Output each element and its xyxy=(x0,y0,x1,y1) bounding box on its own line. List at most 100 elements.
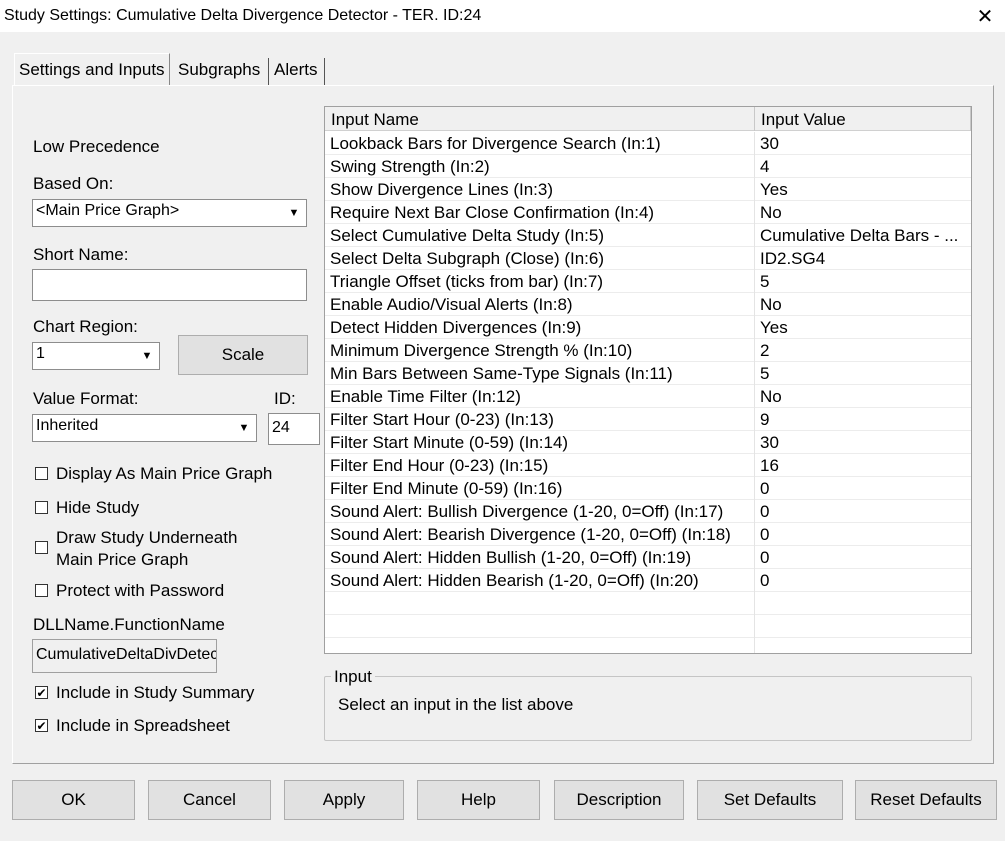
input-value-cell[interactable]: 9 xyxy=(755,408,971,431)
table-row[interactable]: Enable Time Filter (In:12) No xyxy=(325,385,971,408)
chart-region-value: 1 xyxy=(36,345,45,362)
table-row[interactable]: Triangle Offset (ticks from bar) (In:7) 5 xyxy=(325,270,971,293)
protect-password-label: Protect with Password xyxy=(56,581,225,600)
input-value-cell[interactable]: 5 xyxy=(755,270,971,293)
input-value-cell[interactable]: 2 xyxy=(755,339,971,362)
draw-underneath-label-line2: Main Price Graph xyxy=(56,550,189,569)
input-value-cell[interactable]: No xyxy=(755,293,971,316)
id-input[interactable]: 24 xyxy=(268,413,320,445)
empty-table-row xyxy=(325,638,971,653)
table-row[interactable]: Lookback Bars for Divergence Search (In:… xyxy=(325,132,971,155)
tab-alerts[interactable]: Alerts xyxy=(271,56,320,86)
input-value-cell[interactable]: No xyxy=(755,385,971,408)
inputs-table[interactable]: Input Name Input Value Lookback Bars for… xyxy=(324,106,972,654)
column-header-input-value[interactable]: Input Value xyxy=(755,107,971,131)
input-name-cell: Enable Audio/Visual Alerts (In:8) xyxy=(325,293,755,316)
table-row[interactable]: Sound Alert: Hidden Bullish (1-20, 0=Off… xyxy=(325,546,971,569)
tab-settings-and-inputs[interactable]: Settings and Inputs xyxy=(14,53,170,85)
input-value-cell[interactable]: 30 xyxy=(755,431,971,454)
table-row[interactable]: Filter Start Hour (0-23) (In:13) 9 xyxy=(325,408,971,431)
table-row[interactable]: Filter End Hour (0-23) (In:15) 16 xyxy=(325,454,971,477)
table-row[interactable]: Show Divergence Lines (In:3) Yes xyxy=(325,178,971,201)
input-name-cell: Show Divergence Lines (In:3) xyxy=(325,178,755,201)
dll-name-field: CumulativeDeltaDivDetector xyxy=(32,639,217,673)
input-value-cell[interactable]: Yes xyxy=(755,316,971,339)
input-name-cell: Filter End Minute (0-59) (In:16) xyxy=(325,477,755,500)
reset-defaults-button[interactable]: Reset Defaults xyxy=(855,780,997,820)
input-value-cell[interactable]: 5 xyxy=(755,362,971,385)
empty-cell xyxy=(325,592,755,615)
column-header-input-name[interactable]: Input Name xyxy=(325,107,755,131)
table-row[interactable]: Sound Alert: Hidden Bearish (1-20, 0=Off… xyxy=(325,569,971,592)
input-name-cell: Sound Alert: Bullish Divergence (1-20, 0… xyxy=(325,500,755,523)
input-value-cell[interactable]: 16 xyxy=(755,454,971,477)
apply-button[interactable]: Apply xyxy=(284,780,404,820)
include-spreadsheet-checkbox[interactable]: ✔ xyxy=(35,719,48,732)
input-value-cell[interactable]: 0 xyxy=(755,546,971,569)
chevron-down-icon[interactable]: ▼ xyxy=(135,343,159,369)
table-row[interactable]: Swing Strength (In:2) 4 xyxy=(325,155,971,178)
table-row[interactable]: Sound Alert: Bullish Divergence (1-20, 0… xyxy=(325,500,971,523)
empty-table-row xyxy=(325,615,971,638)
table-row[interactable]: Detect Hidden Divergences (In:9) Yes xyxy=(325,316,971,339)
hide-study-checkbox[interactable] xyxy=(35,501,48,514)
chevron-down-icon[interactable]: ▼ xyxy=(232,415,256,441)
table-row[interactable]: Enable Audio/Visual Alerts (In:8) No xyxy=(325,293,971,316)
input-name-cell: Filter End Hour (0-23) (In:15) xyxy=(325,454,755,477)
table-row[interactable]: Min Bars Between Same-Type Signals (In:1… xyxy=(325,362,971,385)
tab-separator xyxy=(268,58,269,86)
empty-cell xyxy=(755,592,971,615)
input-value-cell[interactable]: 30 xyxy=(755,132,971,155)
input-value-cell[interactable]: 0 xyxy=(755,500,971,523)
table-row[interactable]: Select Delta Subgraph (Close) (In:6) ID2.… xyxy=(325,247,971,270)
description-button[interactable]: Description xyxy=(554,780,684,820)
table-row[interactable]: Filter End Minute (0-59) (In:16) 0 xyxy=(325,477,971,500)
input-value-cell[interactable]: 0 xyxy=(755,477,971,500)
chart-region-label: Chart Region: xyxy=(33,317,138,336)
short-name-label: Short Name: xyxy=(33,245,129,264)
table-row[interactable]: Require Next Bar Close Confirmation (In:… xyxy=(325,201,971,224)
empty-cell xyxy=(755,615,971,638)
title-bar: Study Settings: Cumulative Delta Diverge… xyxy=(0,0,1005,32)
close-icon[interactable]: ✕ xyxy=(965,0,1005,32)
input-name-cell: Detect Hidden Divergences (In:9) xyxy=(325,316,755,339)
input-name-cell: Require Next Bar Close Confirmation (In:… xyxy=(325,201,755,224)
table-row[interactable]: Sound Alert: Bearish Divergence (1-20, 0… xyxy=(325,523,971,546)
input-value-cell[interactable]: 0 xyxy=(755,523,971,546)
input-value-cell[interactable]: No xyxy=(755,201,971,224)
ok-button[interactable]: OK xyxy=(12,780,135,820)
help-button[interactable]: Help xyxy=(417,780,540,820)
based-on-select[interactable]: <Main Price Graph> ▼ xyxy=(32,199,307,227)
precedence-label: Low Precedence xyxy=(33,137,160,156)
input-value-cell[interactable]: ID2.SG4 xyxy=(755,247,971,270)
input-value-cell[interactable]: 0 xyxy=(755,569,971,592)
check-icon: ✔ xyxy=(36,685,47,700)
value-format-value: Inherited xyxy=(36,417,99,434)
input-value-cell[interactable]: Cumulative Delta Bars - ... xyxy=(755,224,971,247)
input-value-cell[interactable]: Yes xyxy=(755,178,971,201)
input-name-cell: Lookback Bars for Divergence Search (In:… xyxy=(325,132,755,155)
short-name-input[interactable] xyxy=(32,269,307,301)
chevron-down-icon[interactable]: ▼ xyxy=(282,200,306,226)
table-row[interactable]: Minimum Divergence Strength % (In:10) 2 xyxy=(325,339,971,362)
value-format-select[interactable]: Inherited ▼ xyxy=(32,414,257,442)
draw-underneath-checkbox[interactable] xyxy=(35,541,48,554)
include-summary-checkbox[interactable]: ✔ xyxy=(35,686,48,699)
display-as-main-checkbox[interactable] xyxy=(35,467,48,480)
cancel-button[interactable]: Cancel xyxy=(148,780,271,820)
check-icon: ✔ xyxy=(36,718,47,733)
display-as-main-label: Display As Main Price Graph xyxy=(56,464,273,483)
empty-cell xyxy=(325,638,755,653)
protect-password-checkbox[interactable] xyxy=(35,584,48,597)
table-row[interactable]: Select Cumulative Delta Study (In:5) Cumu… xyxy=(325,224,971,247)
value-format-label: Value Format: xyxy=(33,389,139,408)
tab-subgraphs[interactable]: Subgraphs xyxy=(175,56,263,86)
input-name-cell: Select Delta Subgraph (Close) (In:6) xyxy=(325,247,755,270)
chart-region-select[interactable]: 1 ▼ xyxy=(32,342,160,370)
table-row[interactable]: Filter Start Minute (0-59) (In:14) 30 xyxy=(325,431,971,454)
input-value-cell[interactable]: 4 xyxy=(755,155,971,178)
set-defaults-button[interactable]: Set Defaults xyxy=(697,780,843,820)
scale-button[interactable]: Scale xyxy=(178,335,308,375)
based-on-value: <Main Price Graph> xyxy=(36,202,180,219)
id-label: ID: xyxy=(274,389,296,408)
